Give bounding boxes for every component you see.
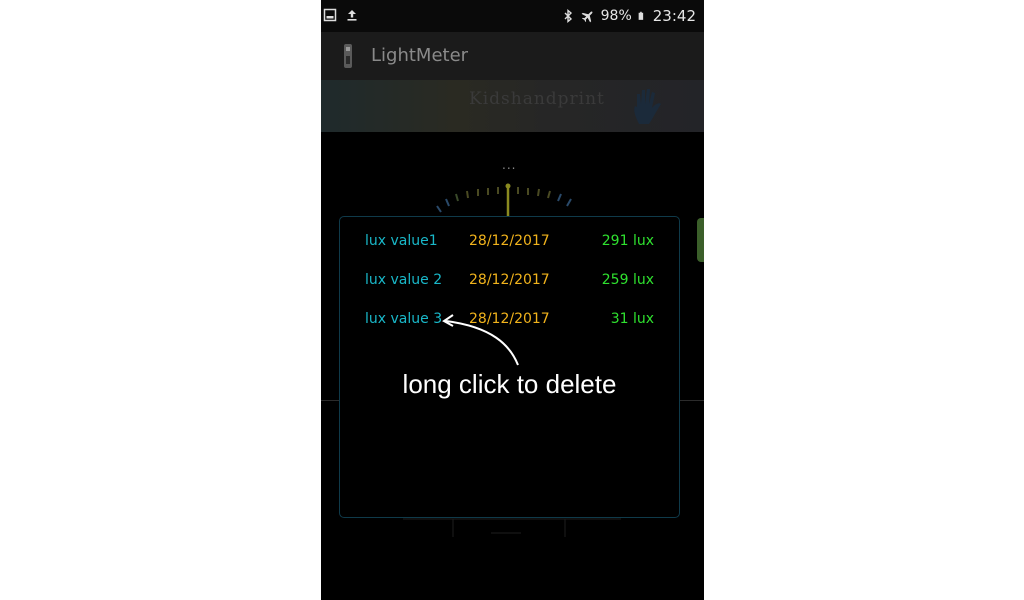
lux-value-name: lux value1: [365, 233, 438, 249]
annotation-arrow-icon: [442, 314, 519, 366]
lux-value-reading: 31 lux: [610, 311, 654, 327]
divider-right: [678, 400, 704, 401]
banner-text: Kidshandprint: [469, 89, 605, 109]
screenshot-icon: [323, 8, 337, 22]
status-bar: 98% 23:42: [321, 0, 704, 32]
list-item[interactable]: lux value 2 28/12/2017 259 lux: [340, 272, 679, 294]
divider-left: [321, 400, 339, 401]
upload-icon: [347, 10, 357, 21]
battery-icon: [638, 11, 643, 20]
lux-values-dialog: lux value1 28/12/2017 291 lux lux value …: [339, 216, 680, 518]
banner-ad[interactable]: Kidshandprint: [321, 80, 704, 132]
battery-percent: 98%: [600, 8, 632, 24]
lux-value-date: 28/12/2017: [469, 272, 550, 288]
app-title: LightMeter: [371, 45, 469, 66]
long-click-hint: long click to delete: [402, 369, 617, 399]
lux-value-name: lux value 3: [365, 311, 443, 327]
lux-value-name: lux value 2: [365, 272, 443, 288]
lux-value-date: 28/12/2017: [469, 233, 550, 249]
lux-value-reading: 291 lux: [601, 233, 654, 249]
clock: 23:42: [652, 7, 696, 25]
side-tab[interactable]: [697, 218, 704, 262]
lux-value-reading: 259 lux: [601, 272, 654, 288]
list-item[interactable]: lux value1 28/12/2017 291 lux: [340, 233, 679, 255]
airplane-mode-icon: [581, 11, 593, 23]
app-bar: LightMeter: [321, 32, 704, 80]
bottom-frame: [403, 518, 621, 537]
light-meter-app-icon: [344, 44, 352, 68]
handprint-icon: [634, 89, 661, 124]
bluetooth-icon: [564, 9, 572, 23]
phone-screen: 98% 23:42 LightMeter Kidshandprint ... l…: [321, 0, 704, 600]
